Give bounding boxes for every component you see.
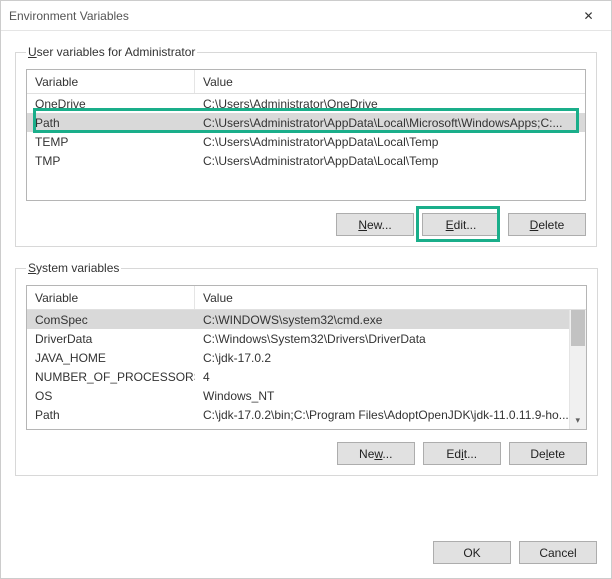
table-row[interactable]: OneDrive C:\Users\Administrator\OneDrive [27, 94, 585, 113]
edit-button[interactable]: Edit... [423, 442, 501, 465]
scrollbar-thumb[interactable] [571, 310, 585, 346]
user-variables-legend: User variables for Administrator [26, 45, 197, 59]
cell-variable: OneDrive [27, 97, 195, 111]
cell-variable: ComSpec [27, 313, 195, 327]
dialog-content: User variables for Administrator Variabl… [1, 31, 611, 531]
user-variables-table[interactable]: Variable Value OneDrive C:\Users\Adminis… [26, 69, 586, 201]
table-row[interactable]: NUMBER_OF_PROCESSORS 4 [27, 367, 569, 386]
cell-value: C:\jdk-17.0.2\bin;C:\Program Files\Adopt… [195, 408, 569, 422]
delete-button[interactable]: Delete [508, 213, 586, 236]
table-header: Variable Value [27, 70, 585, 94]
edit-button[interactable]: Edit... [422, 213, 500, 236]
cell-value: C:\jdk-17.0.2 [195, 351, 569, 365]
table-row[interactable]: TMP C:\Users\Administrator\AppData\Local… [27, 151, 585, 170]
scrollbar-down-icon[interactable]: ▾ [570, 412, 586, 429]
cell-value: C:\Windows\System32\Drivers\DriverData [195, 332, 569, 346]
close-button[interactable]: ✕ [566, 1, 611, 30]
cell-variable: Path [27, 408, 195, 422]
new-button[interactable]: New... [336, 213, 414, 236]
cell-value: C:\Users\Administrator\AppData\Local\Tem… [195, 135, 585, 149]
scrollbar-vertical[interactable]: ▴ ▾ [569, 310, 586, 429]
cell-value: 4 [195, 370, 569, 384]
system-buttons-row: New... Edit... Delete [26, 442, 587, 465]
user-buttons-row: New... Edit... Delete [26, 213, 586, 236]
cell-value: .COM;.EXE;.BAT;.CMD;.VBS;.VBE;.JS;.JSE;.… [195, 427, 569, 431]
cell-variable: NUMBER_OF_PROCESSORS [27, 370, 195, 384]
column-header-variable[interactable]: Variable [27, 70, 195, 93]
cell-variable: OS [27, 389, 195, 403]
cell-value: C:\WINDOWS\system32\cmd.exe [195, 313, 569, 327]
cell-value: C:\Users\Administrator\AppData\Local\Mic… [195, 116, 585, 130]
delete-button[interactable]: Delete [509, 442, 587, 465]
cell-value: Windows_NT [195, 389, 569, 403]
cancel-button[interactable]: Cancel [519, 541, 597, 564]
close-icon: ✕ [583, 9, 593, 23]
cell-variable: Path [27, 116, 195, 130]
cell-variable: TMP [27, 154, 195, 168]
cell-variable: PATHEXT [27, 427, 195, 431]
system-table-body: ComSpec C:\WINDOWS\system32\cmd.exe Driv… [27, 310, 569, 430]
table-row[interactable]: OS Windows_NT [27, 386, 569, 405]
column-header-value[interactable]: Value [195, 70, 585, 93]
table-row[interactable]: DriverData C:\Windows\System32\Drivers\D… [27, 329, 569, 348]
system-variables-legend: System variables [26, 261, 121, 275]
user-variables-group: User variables for Administrator Variabl… [15, 45, 597, 247]
column-header-variable[interactable]: Variable [27, 286, 195, 309]
table-row[interactable]: ComSpec C:\WINDOWS\system32\cmd.exe [27, 310, 569, 329]
cell-value: C:\Users\Administrator\OneDrive [195, 97, 585, 111]
table-row[interactable]: Path C:\Users\Administrator\AppData\Loca… [27, 113, 585, 132]
dialog-footer: OK Cancel [1, 531, 611, 578]
window-title: Environment Variables [9, 9, 129, 23]
table-row[interactable]: JAVA_HOME C:\jdk-17.0.2 [27, 348, 569, 367]
cell-variable: TEMP [27, 135, 195, 149]
system-variables-table[interactable]: Variable Value ComSpec C:\WINDOWS\system… [26, 285, 587, 430]
env-vars-dialog: Environment Variables ✕ User variables f… [0, 0, 612, 579]
table-row[interactable]: Path C:\jdk-17.0.2\bin;C:\Program Files\… [27, 405, 569, 424]
table-row[interactable]: PATHEXT .COM;.EXE;.BAT;.CMD;.VBS;.VBE;.J… [27, 424, 569, 430]
table-row[interactable]: TEMP C:\Users\Administrator\AppData\Loca… [27, 132, 585, 151]
table-header: Variable Value [27, 286, 586, 310]
cell-value: C:\Users\Administrator\AppData\Local\Tem… [195, 154, 585, 168]
ok-button[interactable]: OK [433, 541, 511, 564]
cell-variable: DriverData [27, 332, 195, 346]
titlebar: Environment Variables ✕ [1, 1, 611, 31]
cell-variable: JAVA_HOME [27, 351, 195, 365]
user-table-body: OneDrive C:\Users\Administrator\OneDrive… [27, 94, 585, 170]
system-variables-group: System variables Variable Value ComSpec … [15, 261, 598, 476]
new-button[interactable]: New... [337, 442, 415, 465]
column-header-value[interactable]: Value [195, 286, 586, 309]
